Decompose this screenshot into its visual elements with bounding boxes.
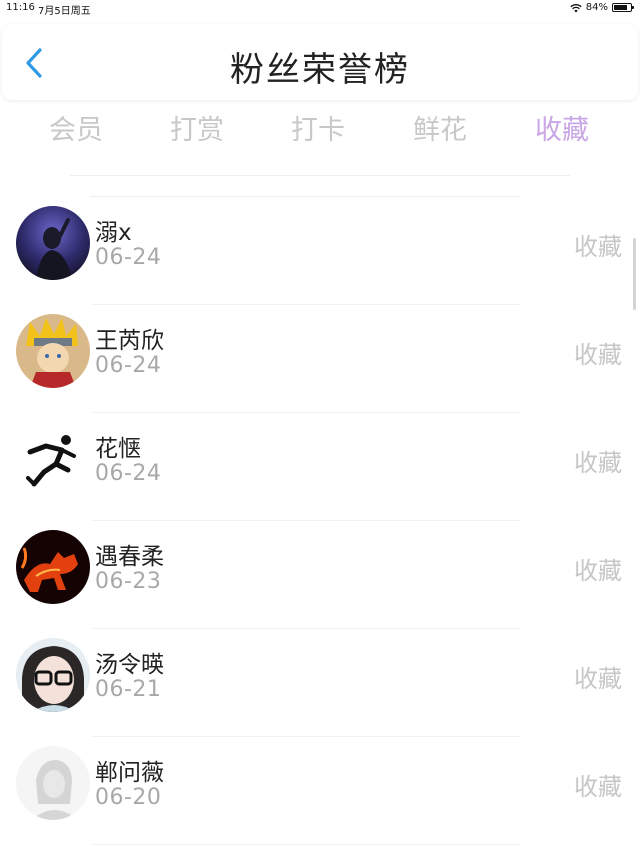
fan-date: 06-24 <box>95 245 162 270</box>
tab-favorites[interactable]: 收藏 <box>502 108 622 147</box>
wifi-icon <box>570 3 582 12</box>
avatar <box>16 206 90 280</box>
fan-date: 06-23 <box>95 569 162 594</box>
avatar <box>16 422 90 496</box>
list-item[interactable]: 花惬 06-24 收藏 <box>0 413 640 521</box>
avatar <box>16 638 90 712</box>
tab-checkin[interactable]: 打卡 <box>258 108 378 147</box>
page-title: 粉丝荣誉榜 <box>230 50 410 90</box>
fan-name: 王芮欣 <box>95 328 164 354</box>
tab-bar: 会员 打赏 打卡 鲜花 收藏 <box>0 104 640 150</box>
fan-date: 06-24 <box>95 353 162 378</box>
status-date: 7月5日周五 <box>38 6 91 17</box>
fan-name: 溺x <box>95 220 132 246</box>
tab-reward[interactable]: 打赏 <box>137 108 257 147</box>
fan-date: 06-21 <box>95 677 162 702</box>
battery-icon <box>612 3 634 12</box>
scrollbar[interactable] <box>633 238 636 310</box>
list-item[interactable]: 汤令暎 06-21 收藏 <box>0 629 640 737</box>
row-divider <box>92 844 520 845</box>
list-item[interactable]: 溺x 06-24 收藏 <box>0 197 640 305</box>
fan-name: 花惬 <box>95 436 141 462</box>
favorite-label: 收藏 <box>574 233 622 261</box>
avatar <box>16 746 90 820</box>
battery-percent: 84% <box>585 2 608 13</box>
list-item[interactable]: 郸问薇 06-20 收藏 <box>0 737 640 845</box>
avatar <box>16 530 90 604</box>
status-indicators: 84% <box>570 2 634 13</box>
favorite-label: 收藏 <box>574 665 622 693</box>
fan-date: 06-24 <box>95 461 162 486</box>
status-time: 11:16 <box>6 2 35 13</box>
favorite-label: 收藏 <box>574 773 622 801</box>
battery-level <box>614 5 627 10</box>
favorite-label: 收藏 <box>574 449 622 477</box>
fan-name: 郸问薇 <box>95 760 164 786</box>
header-bar: 粉丝荣誉榜 <box>2 24 638 100</box>
tab-member[interactable]: 会员 <box>16 108 136 147</box>
list-item[interactable]: 遇春柔 06-23 收藏 <box>0 521 640 629</box>
fan-date: 06-20 <box>95 785 162 810</box>
fan-name: 汤令暎 <box>95 652 164 678</box>
tab-flowers[interactable]: 鲜花 <box>380 108 500 147</box>
tabs-divider <box>70 175 570 176</box>
favorite-label: 收藏 <box>574 557 622 585</box>
favorite-label: 收藏 <box>574 341 622 369</box>
fan-name: 遇春柔 <box>95 544 164 570</box>
avatar <box>16 314 90 388</box>
status-bar: 11:16 7月5日周五 84% <box>0 0 640 18</box>
list-item[interactable]: 王芮欣 06-24 收藏 <box>0 305 640 413</box>
